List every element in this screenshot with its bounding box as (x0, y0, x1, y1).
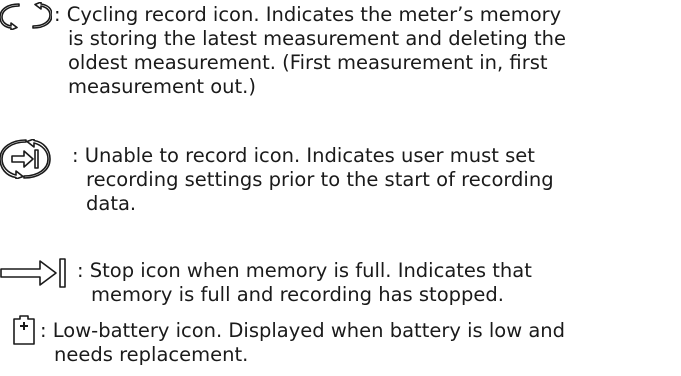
description-line: data. (86, 192, 137, 215)
description-line: needs replacement. (54, 343, 249, 366)
description-line: : Cycling record icon. Indicates the met… (54, 3, 562, 26)
description-line: oldest measurement. (First measurement i… (68, 51, 548, 74)
unable-to-record-icon (0, 139, 70, 179)
description-line: recording settings prior to the start of… (86, 168, 554, 191)
description-line: measurement out.) (68, 75, 256, 98)
unable-to-record-description: : Unable to record icon. Indicates user … (72, 144, 554, 216)
cycling-record-description: : Cycling record icon. Indicates the met… (54, 3, 566, 99)
stop-memory-full-description: : Stop icon when memory is full. Indicat… (77, 259, 532, 307)
description-line: : Unable to record icon. Indicates user … (72, 144, 535, 167)
description-line: : Stop icon when memory is full. Indicat… (77, 259, 532, 282)
description-line: memory is full and recording has stopped… (91, 283, 504, 306)
description-line: : Low-battery icon. Displayed when batte… (40, 319, 566, 342)
low-battery-description: : Low-battery icon. Displayed when batte… (40, 319, 565, 367)
cycling-record-icon (0, 2, 52, 30)
description-line: is storing the latest measurement and de… (68, 27, 567, 50)
low-battery-icon (13, 315, 37, 345)
stop-memory-full-icon (0, 258, 76, 288)
